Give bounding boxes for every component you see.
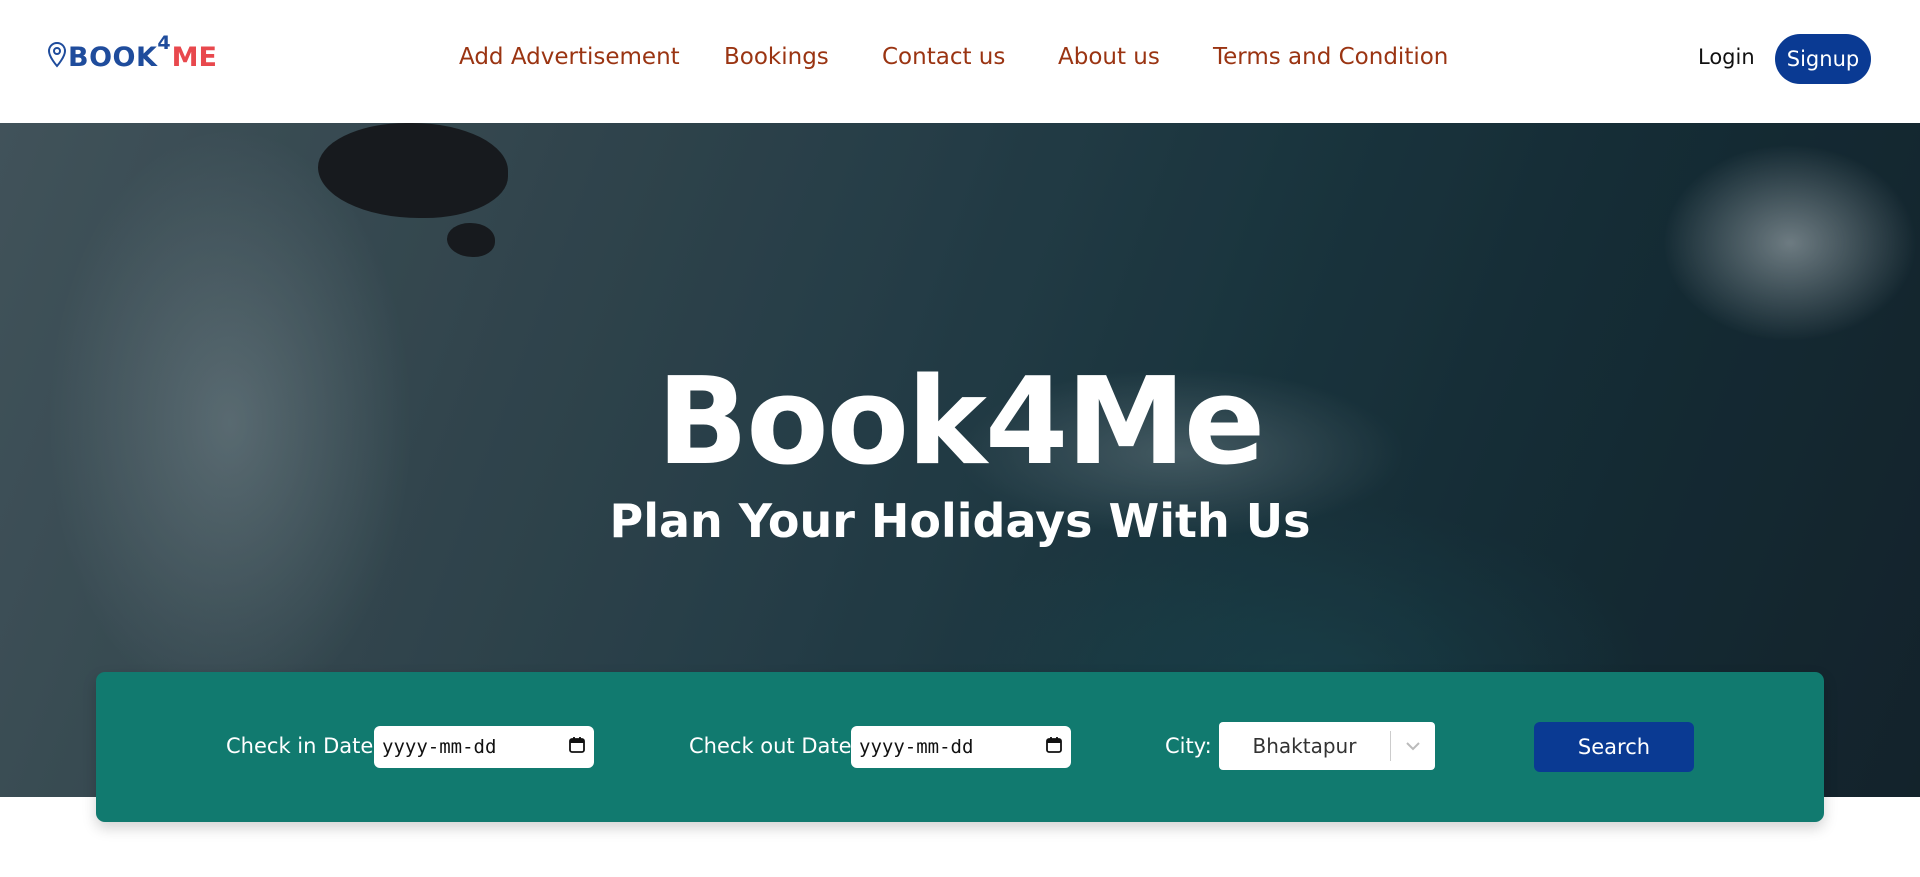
nav-about-us[interactable]: About us (1058, 44, 1160, 70)
checkin-date-value: yyyy-mm-dd (382, 736, 497, 758)
hero-subtitle: Plan Your Holidays With Us (609, 494, 1311, 548)
nav-contact-us[interactable]: Contact us (882, 44, 1005, 70)
site-header: BOOK 4 ME Add Advertisement Bookings Con… (0, 0, 1920, 123)
hero-title: Book4Me (656, 353, 1265, 492)
checkout-date-value: yyyy-mm-dd (859, 736, 974, 758)
brand-logo[interactable]: BOOK 4 ME (47, 32, 217, 74)
chevron-down-icon[interactable] (1391, 741, 1435, 751)
logo-text-book: BOOK (68, 42, 158, 73)
calendar-icon[interactable] (1045, 736, 1063, 759)
login-link[interactable]: Login (1698, 45, 1755, 69)
checkout-date-input[interactable]: yyyy-mm-dd (851, 726, 1071, 768)
checkin-date-input[interactable]: yyyy-mm-dd (374, 726, 594, 768)
logo-text-me: ME (171, 42, 217, 73)
nav-bookings[interactable]: Bookings (724, 44, 829, 70)
nav-add-advertisement[interactable]: Add Advertisement (459, 44, 680, 70)
search-button[interactable]: Search (1534, 722, 1694, 772)
checkin-label: Check in Date: (226, 734, 381, 758)
calendar-icon[interactable] (568, 736, 586, 759)
search-panel: Check in Date: yyyy-mm-dd Check out Date… (96, 672, 1824, 822)
signup-button[interactable]: Signup (1775, 34, 1871, 84)
logo-text-four: 4 (157, 32, 171, 54)
map-pin-icon (47, 41, 67, 72)
city-selected-value: Bhaktapur (1252, 734, 1357, 758)
checkout-label: Check out Date: (689, 734, 859, 758)
nav-terms-and-condition[interactable]: Terms and Condition (1213, 44, 1448, 70)
city-select[interactable]: Bhaktapur (1219, 722, 1435, 770)
city-label: City: (1165, 734, 1212, 758)
